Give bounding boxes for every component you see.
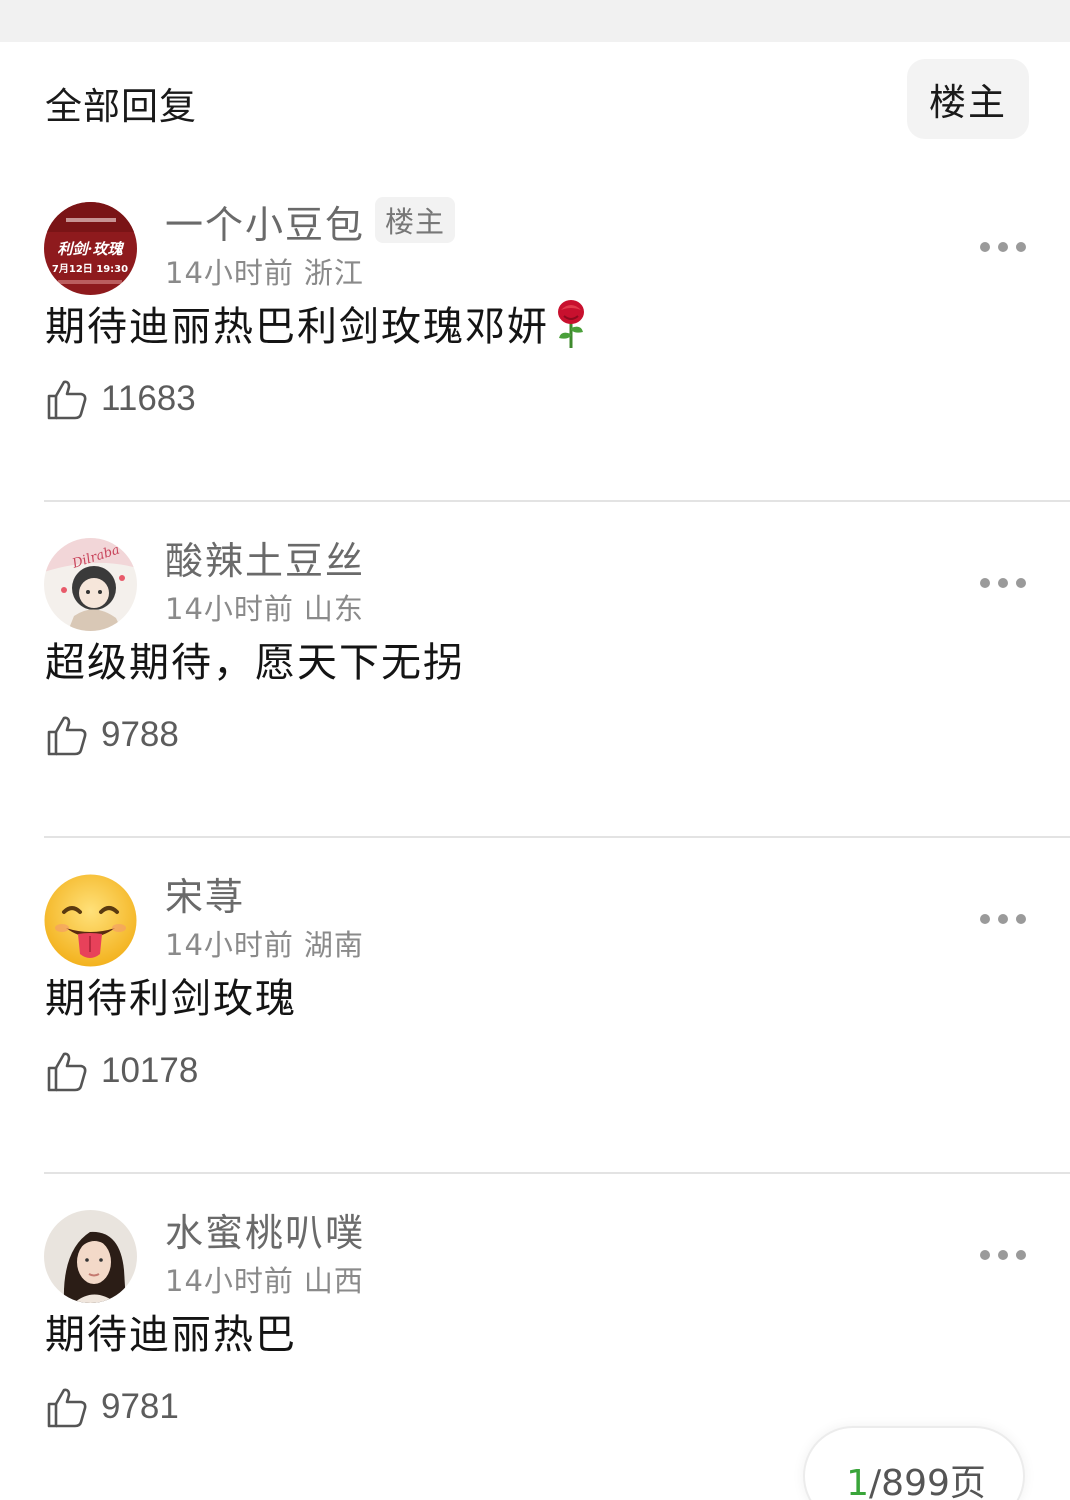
username-text: 水蜜桃叭噗 xyxy=(165,1211,366,1255)
comment-location: 浙江 xyxy=(303,256,364,290)
current-page: 1 xyxy=(846,1463,870,1500)
username-text: 宋荨 xyxy=(165,875,246,919)
username-text: 一个小豆包 xyxy=(165,203,366,247)
avatar[interactable]: 利剑·玫瑰 7月12日 19:30 xyxy=(44,202,137,295)
comment-text: 期待利剑玫瑰 xyxy=(45,976,297,1022)
comment-text: 期待迪丽热巴利剑玫瑰邓妍 xyxy=(45,294,589,352)
comment-item: 宋荨 14小时前 湖南 期待利剑玫瑰 10178 xyxy=(0,838,1070,1174)
more-options-icon[interactable] xyxy=(980,238,1026,256)
comment-meta: 14小时前 湖南 xyxy=(165,922,364,964)
avatar[interactable] xyxy=(44,874,137,967)
like-button[interactable]: 11683 xyxy=(45,374,196,424)
comment-item: 利剑·玫瑰 7月12日 19:30 一个小豆包 楼主 14小时前 浙江 期待迪丽热巴… xyxy=(0,166,1070,502)
more-options-icon[interactable] xyxy=(980,1246,1026,1264)
page-indicator-button[interactable]: 1/899页 xyxy=(803,1426,1025,1500)
comment-location: 山东 xyxy=(303,592,364,626)
more-options-icon[interactable] xyxy=(980,910,1026,928)
avatar[interactable] xyxy=(44,1210,137,1303)
comment-meta: 14小时前 山西 xyxy=(165,1258,364,1300)
op-only-filter-button[interactable]: 楼主 xyxy=(907,59,1029,139)
page-indicator-text: 1/899页 xyxy=(805,1454,1027,1500)
op-badge: 楼主 xyxy=(375,197,456,243)
like-count: 9788 xyxy=(101,715,179,754)
more-options-icon[interactable] xyxy=(980,574,1026,592)
all-replies-title: 全部回复 xyxy=(45,85,197,128)
comment-text: 超级期待，愿天下无拐 xyxy=(45,640,465,686)
photo-avatar-image xyxy=(44,1210,137,1303)
cartoon-avatar-image: Dilraba xyxy=(44,538,137,631)
comment-text-body: 期待迪丽热巴利剑玫瑰邓妍 xyxy=(45,304,549,350)
comment-time: 14小时前 xyxy=(165,1264,294,1298)
comment-location: 山西 xyxy=(303,1264,364,1298)
comment-time: 14小时前 xyxy=(165,592,294,626)
thumbs-up-icon xyxy=(47,380,87,420)
poster-avatar-image: 利剑·玫瑰 7月12日 19:30 xyxy=(44,202,137,295)
rose-icon xyxy=(558,300,584,348)
username[interactable]: 一个小豆包 楼主 xyxy=(165,194,456,249)
like-button[interactable]: 9781 xyxy=(45,1382,179,1432)
comment-time: 14小时前 xyxy=(165,256,294,290)
like-count: 10178 xyxy=(101,1051,199,1090)
like-count: 11683 xyxy=(101,379,196,418)
comment-meta: 14小时前 浙江 xyxy=(165,250,364,292)
username[interactable]: 水蜜桃叭噗 xyxy=(165,1202,365,1257)
thumbs-up-icon xyxy=(47,1052,87,1092)
like-count: 9781 xyxy=(101,1387,179,1426)
avatar[interactable]: Dilraba xyxy=(44,538,137,631)
comment-text: 期待迪丽热巴 xyxy=(45,1312,297,1358)
username[interactable]: 酸辣土豆丝 xyxy=(165,530,365,585)
avatar-caption: 利剑·玫瑰 xyxy=(57,240,124,258)
thumbs-up-icon xyxy=(47,716,87,756)
avatar-caption: 7月12日 19:30 xyxy=(52,263,128,275)
comment-item: Dilraba 酸辣土豆丝 14小时前 山东 超级期待，愿天下无拐 9788 xyxy=(0,502,1070,838)
like-button[interactable]: 10178 xyxy=(45,1046,198,1096)
replies-header: 全部回复 楼主 xyxy=(0,42,1070,160)
like-button[interactable]: 9788 xyxy=(45,710,179,760)
username[interactable]: 宋荨 xyxy=(165,866,245,921)
username-text: 酸辣土豆丝 xyxy=(165,539,366,583)
total-pages: /899页 xyxy=(869,1463,986,1500)
comment-time: 14小时前 xyxy=(165,928,294,962)
tongue-emoji-avatar-image xyxy=(44,874,137,967)
comment-location: 湖南 xyxy=(303,928,364,962)
thumbs-up-icon xyxy=(47,1388,87,1428)
top-strip xyxy=(0,0,1070,42)
comment-meta: 14小时前 山东 xyxy=(165,586,364,628)
